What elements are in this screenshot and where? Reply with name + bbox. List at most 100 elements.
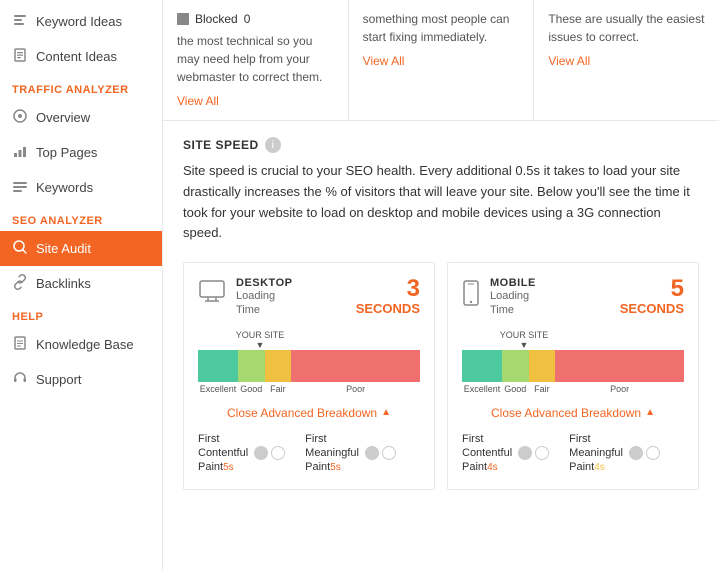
mobile-type: MOBILE [490, 277, 536, 289]
mobile-bar-label-good: Good [502, 384, 529, 394]
content-ideas-icon [12, 47, 28, 66]
desktop-type: DESKTOP [236, 277, 292, 289]
mobile-bar-label-excellent: Excellent [462, 384, 502, 394]
desktop-loading: Loading Time [236, 289, 292, 318]
keywords-icon [12, 178, 28, 197]
site-speed-title: SITE SPEED [183, 138, 259, 152]
top-card-0-desc: the most technical so you may need help … [177, 34, 322, 84]
desktop-seconds: 3 [407, 275, 420, 302]
mobile-metrics-row: FirstContentfulPaint4s FirstMeaningfulPa… [462, 424, 684, 475]
mobile-close-advanced[interactable]: Close Advanced Breakdown ▲ [462, 398, 684, 424]
mobile-chevron-up-icon: ▲ [645, 407, 655, 418]
sidebar-item-site-audit-label: Site Audit [36, 241, 91, 256]
mobile-metric-fmp: FirstMeaningfulPaint4s [569, 432, 660, 475]
blocked-icon [177, 13, 189, 25]
sidebar-item-keyword-ideas-label: Keyword Ideas [36, 14, 122, 29]
mobile-bar-label-poor: Poor [555, 384, 684, 394]
desktop-card-header: DESKTOP Loading Time 3 SECONDS [198, 277, 420, 318]
sidebar-item-support-label: Support [36, 372, 82, 387]
mobile-info: MOBILE Loading Time [490, 277, 536, 318]
sidebar-item-knowledge-base[interactable]: Knowledge Base [0, 327, 162, 362]
desktop-fcp-icons [254, 446, 285, 460]
sidebar-item-overview[interactable]: Overview [0, 100, 162, 135]
sidebar-item-backlinks[interactable]: Backlinks [0, 266, 162, 301]
mobile-close-label: Close Advanced Breakdown [491, 406, 641, 420]
blocked-label: Blocked [195, 10, 238, 28]
desktop-metric-fmp: FirstMeaningfulPaint5s [305, 432, 396, 475]
site-speed-header: SITE SPEED i [183, 137, 699, 153]
desktop-speed-value: 3 SECONDS [356, 277, 420, 316]
site-audit-icon [12, 239, 28, 258]
top-card-2: These are usually the easiest issues to … [534, 0, 719, 120]
desktop-fmp-icon-1 [365, 446, 379, 460]
desktop-chevron-up-icon: ▲ [381, 407, 391, 418]
mobile-loading: Loading Time [490, 289, 536, 318]
top-card-blocked: Blocked 0 the most technical so you may … [163, 0, 349, 120]
sidebar-item-top-pages-label: Top Pages [36, 145, 97, 160]
mobile-your-site-label: YOUR SITE [500, 330, 549, 340]
desktop-bar [198, 350, 420, 382]
sidebar-item-backlinks-label: Backlinks [36, 276, 91, 291]
top-card-2-view-all[interactable]: View All [548, 52, 705, 70]
main-content: Blocked 0 the most technical so you may … [163, 0, 719, 570]
overview-icon [12, 108, 28, 127]
speed-card-desktop: DESKTOP Loading Time 3 SECONDS [183, 262, 435, 489]
top-pages-icon [12, 143, 28, 162]
desktop-bar-label-good: Good [238, 384, 265, 394]
mobile-speed-value: 5 SECONDS [620, 277, 684, 316]
sidebar-item-support[interactable]: Support [0, 362, 162, 397]
desktop-arrow-down: ▼ [256, 340, 265, 350]
top-card-2-desc: These are usually the easiest issues to … [548, 12, 704, 44]
mobile-arrow-down: ▼ [520, 340, 529, 350]
sidebar-item-site-audit[interactable]: Site Audit [0, 231, 162, 266]
site-speed-section: SITE SPEED i Site speed is crucial to yo… [163, 121, 719, 506]
desktop-seconds-unit: SECONDS [356, 301, 420, 316]
mobile-bar-label-fair: Fair [529, 384, 556, 394]
sidebar-item-keywords[interactable]: Keywords [0, 170, 162, 205]
mobile-fmp-icon-1 [629, 446, 643, 460]
sidebar-item-content-ideas-label: Content Ideas [36, 49, 117, 64]
top-card-1: something most people can start fixing i… [349, 0, 535, 120]
desktop-fmp-label: FirstMeaningfulPaint5s [305, 432, 359, 475]
desktop-metric-fcp: FirstContentfulPaint5s [198, 432, 285, 475]
info-icon[interactable]: i [265, 137, 281, 153]
speed-cards: DESKTOP Loading Time 3 SECONDS [183, 262, 699, 489]
sidebar-item-top-pages[interactable]: Top Pages [0, 135, 162, 170]
sidebar-item-keyword-ideas[interactable]: Keyword Ideas [0, 4, 162, 39]
desktop-info: DESKTOP Loading Time [236, 277, 292, 318]
sidebar-section-help: HELP [0, 301, 162, 327]
mobile-metric-fcp: FirstContentfulPaint4s [462, 432, 549, 475]
desktop-bar-label-fair: Fair [265, 384, 292, 394]
top-card-1-desc: something most people can start fixing i… [363, 12, 510, 44]
mobile-fmp-icons [629, 446, 660, 460]
desktop-close-label: Close Advanced Breakdown [227, 406, 377, 420]
sidebar: Keyword Ideas Content Ideas TRAFFIC ANAL… [0, 0, 163, 570]
sidebar-item-overview-label: Overview [36, 110, 90, 125]
desktop-bar-label-poor: Poor [291, 384, 420, 394]
desktop-fmp-icons [365, 446, 396, 460]
top-card-1-view-all[interactable]: View All [363, 52, 520, 70]
mobile-fcp-icon-2 [535, 446, 549, 460]
backlinks-icon [12, 274, 28, 293]
top-card-0-view-all[interactable]: View All [177, 92, 334, 110]
desktop-bar-label-excellent: Excellent [198, 384, 238, 394]
desktop-fcp-icon-2 [271, 446, 285, 460]
mobile-card-header: MOBILE Loading Time 5 SECONDS [462, 277, 684, 318]
mobile-fmp-label: FirstMeaningfulPaint4s [569, 432, 623, 475]
desktop-your-site-label: YOUR SITE [236, 330, 285, 340]
mobile-bar [462, 350, 684, 382]
sidebar-item-keywords-label: Keywords [36, 180, 93, 195]
mobile-seconds: 5 [671, 275, 684, 302]
speed-card-mobile: MOBILE Loading Time 5 SECONDS [447, 262, 699, 489]
desktop-fcp-icon-1 [254, 446, 268, 460]
desktop-fmp-icon-2 [382, 446, 396, 460]
site-speed-description: Site speed is crucial to your SEO health… [183, 161, 699, 244]
desktop-close-advanced[interactable]: Close Advanced Breakdown ▲ [198, 398, 420, 424]
sidebar-item-knowledge-base-label: Knowledge Base [36, 337, 134, 352]
mobile-fcp-label: FirstContentfulPaint4s [462, 432, 512, 475]
mobile-icon [462, 279, 480, 313]
support-icon [12, 370, 28, 389]
sidebar-item-content-ideas[interactable]: Content Ideas [0, 39, 162, 74]
mobile-seconds-unit: SECONDS [620, 301, 684, 316]
desktop-metrics-row: FirstContentfulPaint5s FirstMeaningfulPa… [198, 424, 420, 475]
